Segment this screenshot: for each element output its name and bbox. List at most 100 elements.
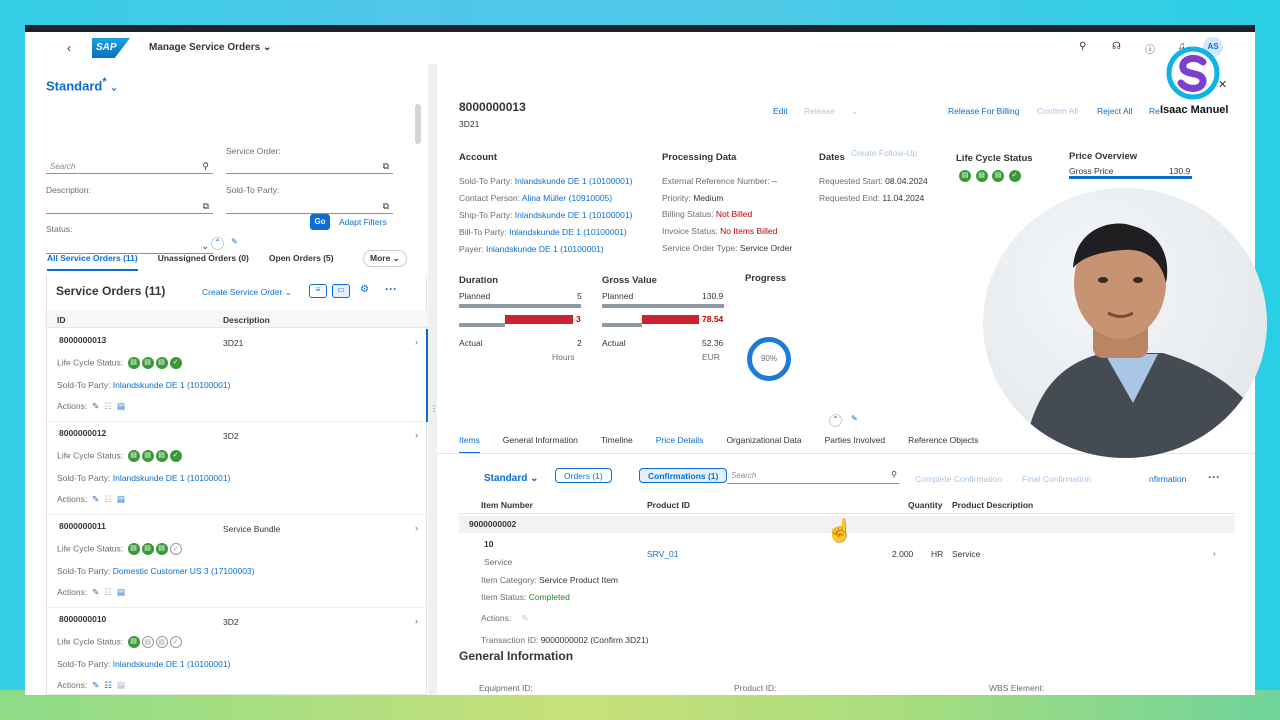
close-icon[interactable]: ✕ — [1218, 78, 1227, 91]
help-icon[interactable]: ⓘ — [1145, 41, 1155, 56]
item-category-label: Item Category: — [481, 575, 537, 585]
ship-to-row: Ship-To Party: Inlandskunde DE 1 (101000… — [459, 210, 632, 220]
sold-to-link[interactable]: Inlandskunde DE 1 (10100001) — [113, 473, 231, 483]
list-item[interactable]: 8000000012 3D2 › Life Cycle Status: ▤ ▤ ▤ ✓… — [47, 422, 428, 515]
release-button[interactable]: Release — [804, 106, 835, 116]
confirmation-button[interactable]: nfirmation — [1149, 474, 1186, 484]
sold-to-link[interactable]: Domestic Customer US 3 (17100003) — [113, 566, 255, 576]
items-variant-selector[interactable]: Standard ⌄ — [484, 473, 539, 484]
tab-items[interactable]: Items — [459, 435, 480, 454]
sold-to-label: Sold-To Party: — [57, 473, 111, 483]
payer-link[interactable]: Inlandskunde DE 1 (10100001) — [486, 244, 604, 254]
tab-general-information[interactable]: General Information — [503, 435, 578, 454]
items-search-input[interactable]: Search ⚲ — [727, 470, 899, 484]
list-item[interactable]: 8000000010 3D2 › Life Cycle Status: ▤ ▤ ▤ ✓… — [47, 608, 428, 695]
document-add-icon[interactable]: ▤ — [117, 587, 125, 597]
sold-to-link[interactable]: Inlandskunde DE 1 (10100001) — [113, 659, 231, 669]
list-icon[interactable]: ☷ — [104, 680, 112, 690]
edit-icon[interactable]: ✎ — [92, 680, 99, 690]
list-icon[interactable]: ☷ — [104, 587, 112, 597]
tab-unassigned[interactable]: Unassigned Orders (0) — [158, 253, 249, 271]
actions-label: Actions: — [57, 680, 88, 690]
collapse-header-icon[interactable]: ⌃ — [829, 414, 842, 427]
create-service-order-button[interactable]: Create Service Order ⌄ — [202, 287, 292, 298]
edit-icon[interactable]: ✎ — [92, 401, 99, 411]
tab-timeline[interactable]: Timeline — [601, 435, 633, 454]
gross-actual-bar — [602, 323, 642, 327]
chevron-right-icon[interactable]: › — [1213, 548, 1216, 558]
search-icon[interactable]: ⚲ — [891, 470, 897, 479]
reject-all-button[interactable]: Reject All — [1097, 106, 1132, 116]
product-link[interactable]: SRV_01 — [647, 549, 679, 559]
settings-icon[interactable]: ⚙ — [360, 284, 369, 295]
duration-actual-bar — [459, 323, 505, 327]
pin-icon[interactable]: ✎ — [231, 237, 238, 246]
sort-icon[interactable]: ≡ — [309, 284, 327, 298]
list-icon[interactable]: ☷ — [104, 401, 112, 411]
collapse-icon[interactable]: ⌃ — [211, 237, 224, 250]
document-icon[interactable]: ▤ — [117, 494, 125, 504]
tab-parties-involved[interactable]: Parties Involved — [825, 435, 885, 454]
edit-icon[interactable]: ✎ — [92, 587, 99, 597]
headset-icon[interactable]: ☊ — [1112, 41, 1121, 52]
tab-all-orders[interactable]: All Service Orders (11) — [47, 253, 138, 271]
status-icon: ▤ — [141, 636, 154, 648]
go-button[interactable]: Go — [310, 214, 330, 230]
segment-confirmations[interactable]: Confirmations (1) — [639, 468, 728, 483]
duration-planned-value: 5 — [577, 291, 582, 301]
create-follow-up-button[interactable]: Create Follow-Up ⌄ — [851, 106, 917, 158]
sold-to-link[interactable]: Inlandskunde DE 1 (10100001) — [515, 176, 633, 186]
value-help-icon[interactable]: ⧉ — [383, 161, 389, 172]
search-icon[interactable]: ⚲ — [202, 161, 209, 172]
document-icon[interactable]: ▤ — [117, 401, 125, 411]
more-actions-button[interactable]: Re — [1149, 106, 1160, 116]
status-icon: ▤ — [155, 636, 168, 648]
edit-button[interactable]: Edit — [773, 106, 788, 116]
overflow-icon[interactable]: ··· — [385, 282, 397, 296]
value-help-icon[interactable]: ⧉ — [383, 201, 389, 212]
quantity-value: 2.000 — [892, 549, 914, 559]
pin-header-icon[interactable]: ✎ — [851, 414, 858, 423]
contact-link[interactable]: Alina Müller (10910005) — [522, 193, 612, 203]
search-icon[interactable]: ⚲ — [1079, 41, 1086, 52]
tab-organizational-data[interactable]: Organizational Data — [726, 435, 801, 454]
variant-selector[interactable]: Standard* ⌄ — [46, 76, 118, 93]
group-icon[interactable]: ▭ — [332, 284, 350, 298]
sold-to-field[interactable]: ⧉ — [226, 200, 393, 214]
contact-label: Contact Person: — [459, 193, 520, 203]
tab-open-orders[interactable]: Open Orders (5) — [269, 253, 334, 271]
splitter[interactable]: ⋮ — [428, 64, 438, 695]
release-for-billing-button[interactable]: Release For Billing — [948, 106, 1019, 116]
document-icon[interactable]: ▤ — [117, 680, 125, 690]
edit-icon[interactable]: ✎ — [92, 494, 99, 504]
sap-logo[interactable]: SAP — [92, 38, 130, 58]
segment-orders[interactable]: Orders (1) — [555, 468, 612, 483]
list-icon[interactable]: ☷ — [104, 494, 112, 504]
service-order-field[interactable]: ⧉ — [226, 160, 393, 174]
value-help-icon[interactable]: ⧉ — [203, 201, 209, 212]
confirm-all-button[interactable]: Confirm All — [1037, 106, 1078, 116]
tab-reference-objects[interactable]: Reference Objects — [908, 435, 978, 454]
edit-icon[interactable]: ✎ — [522, 613, 529, 623]
description-field[interactable]: ⧉ — [46, 200, 213, 214]
list-item[interactable]: 8000000013 3D21 › Life Cycle Status: ▤ ▤ ▤… — [47, 329, 428, 422]
status-select[interactable]: ⌄ — [46, 240, 213, 254]
ship-to-link[interactable]: Inlandskunde DE 1 (10100001) — [515, 210, 633, 220]
back-icon[interactable]: ‹ — [67, 41, 71, 55]
order-description: 3D2 — [223, 431, 239, 441]
search-input[interactable]: Search ⚲ — [46, 160, 213, 174]
list-item[interactable]: 8000000011 Service Bundle › Life Cycle S… — [47, 515, 428, 608]
overflow-icon[interactable]: ··· — [1208, 470, 1220, 484]
adapt-filters-button[interactable]: Adapt Filters — [339, 217, 387, 227]
sold-to-link[interactable]: Inlandskunde DE 1 (10100001) — [113, 380, 231, 390]
app-title[interactable]: Manage Service Orders ⌄ — [149, 42, 271, 53]
final-confirmation-button[interactable]: Final Confirmation — [1022, 474, 1091, 484]
complete-confirmation-button[interactable]: Complete Confirmation — [915, 474, 1002, 484]
items-header: Item Number Product ID Quantity Product … — [459, 496, 1235, 514]
bill-to-link[interactable]: Inlandskunde DE 1 (10100001) — [509, 227, 627, 237]
invoice-status-value: No Items Billed — [720, 226, 778, 236]
scrollbar[interactable] — [415, 104, 421, 144]
more-button[interactable]: More ⌄ — [363, 250, 407, 267]
payer-label: Payer: — [459, 244, 484, 254]
tab-price-details[interactable]: Price Details — [656, 435, 704, 454]
